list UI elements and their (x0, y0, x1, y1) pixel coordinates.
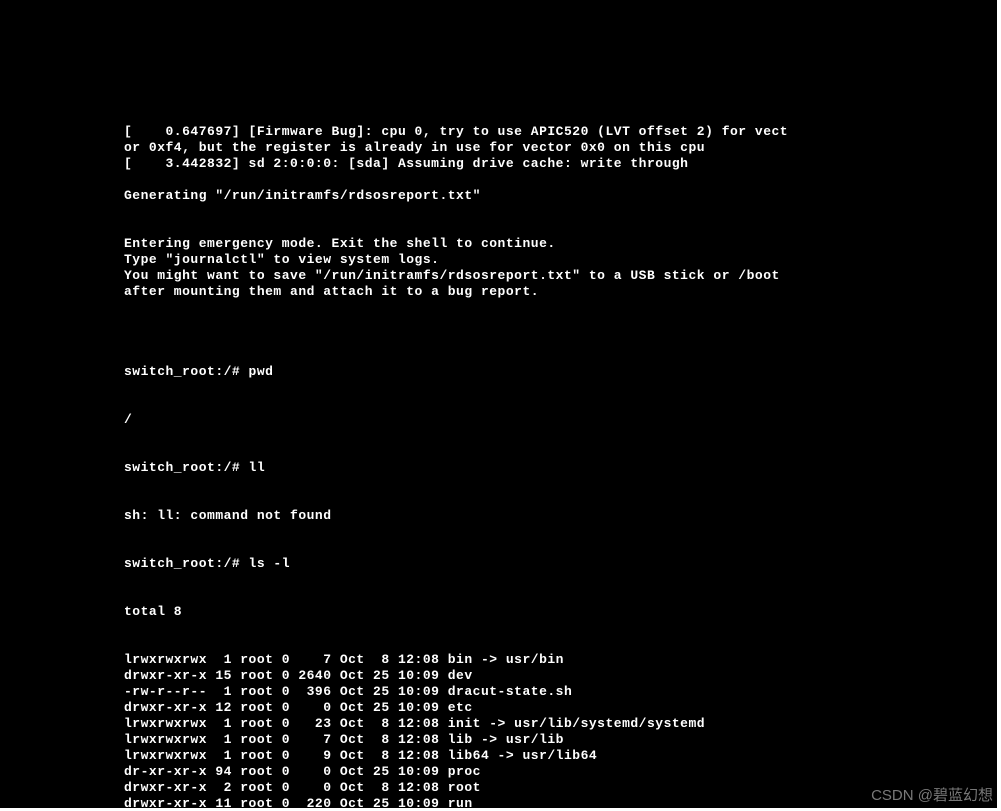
ls-entry: -rw-r--r-- 1 root 0 396 Oct 25 10:09 dra… (124, 684, 973, 700)
ls-total: total 8 (124, 604, 973, 620)
ls-entry: lrwxrwxrwx 1 root 0 7 Oct 8 12:08 bin ->… (124, 652, 973, 668)
ls-entry: drwxr-xr-x 15 root 0 2640 Oct 25 10:09 d… (124, 668, 973, 684)
ls-entry: lrwxrwxrwx 1 root 0 23 Oct 8 12:08 init … (124, 716, 973, 732)
boot-message-line: Entering emergency mode. Exit the shell … (124, 236, 973, 252)
ll-error-output: sh: ll: command not found (124, 508, 973, 524)
boot-messages: [ 0.647697] [Firmware Bug]: cpu 0, try t… (124, 124, 973, 332)
ls-entry: lrwxrwxrwx 1 root 0 7 Oct 8 12:08 lib ->… (124, 732, 973, 748)
boot-message-line: Type "journalctl" to view system logs. (124, 252, 973, 268)
ls-entry: drwxr-xr-x 11 root 0 220 Oct 25 10:09 ru… (124, 796, 973, 808)
boot-message-line (124, 204, 973, 220)
ls-entry: drwxr-xr-x 2 root 0 0 Oct 8 12:08 root (124, 780, 973, 796)
prompt-line: switch_root:/# ll (124, 460, 973, 476)
pwd-output: / (124, 412, 973, 428)
command-ll: ll (249, 460, 266, 475)
boot-message-line: after mounting them and attach it to a b… (124, 284, 973, 300)
boot-message-line (124, 316, 973, 332)
shell-prompt: switch_root:/# (124, 556, 249, 571)
ls-entry: lrwxrwxrwx 1 root 0 9 Oct 8 12:08 lib64 … (124, 748, 973, 764)
prompt-line: switch_root:/# pwd (124, 364, 973, 380)
command-pwd: pwd (249, 364, 274, 379)
terminal-window[interactable]: [ 0.647697] [Firmware Bug]: cpu 0, try t… (0, 0, 997, 808)
boot-message-line (124, 172, 973, 188)
shell-prompt: switch_root:/# (124, 364, 249, 379)
boot-message-line: [ 0.647697] [Firmware Bug]: cpu 0, try t… (124, 124, 973, 140)
boot-message-line (124, 220, 973, 236)
ls-entry: drwxr-xr-x 12 root 0 0 Oct 25 10:09 etc (124, 700, 973, 716)
ls-entry: dr-xr-xr-x 94 root 0 0 Oct 25 10:09 proc (124, 764, 973, 780)
shell-prompt: switch_root:/# (124, 460, 249, 475)
prompt-line: switch_root:/# ls -l (124, 556, 973, 572)
boot-message-line: or 0xf4, but the register is already in … (124, 140, 973, 156)
boot-message-line: You might want to save "/run/initramfs/r… (124, 268, 973, 284)
command-ls: ls -l (249, 556, 291, 571)
boot-message-line: Generating "/run/initramfs/rdsosreport.t… (124, 188, 973, 204)
ls-listing: lrwxrwxrwx 1 root 0 7 Oct 8 12:08 bin ->… (124, 652, 973, 808)
watermark-text: CSDN @碧蓝幻想 (871, 784, 993, 805)
boot-message-line (124, 300, 973, 316)
boot-message-line: [ 3.442832] sd 2:0:0:0: [sda] Assuming d… (124, 156, 973, 172)
